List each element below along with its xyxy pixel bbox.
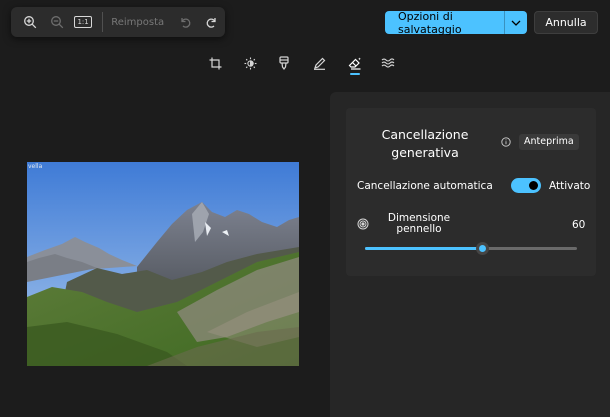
tab-crop[interactable] <box>205 53 225 73</box>
markup-icon <box>313 57 325 70</box>
erase-icon <box>348 57 361 70</box>
auto-erase-toggle[interactable] <box>511 178 541 193</box>
auto-erase-state: Attivato <box>549 180 591 192</box>
brush-size-label: Dimensione pennello <box>387 212 451 235</box>
brush-size-icon <box>357 218 369 230</box>
view-toolbar: 1:1 Reimposta <box>11 7 225 37</box>
photo-caption: vella <box>28 163 43 170</box>
crop-icon <box>209 57 221 69</box>
zoom-in-button[interactable] <box>17 8 43 36</box>
zoom-out-button[interactable] <box>43 8 69 36</box>
zoom-out-icon <box>50 16 63 29</box>
cancel-button[interactable]: Annulla <box>534 11 598 34</box>
tab-background[interactable] <box>378 53 398 73</box>
redo-icon <box>206 18 216 28</box>
redo-button[interactable] <box>199 8 225 36</box>
save-options-button[interactable]: Opzioni di salvataggio <box>385 9 527 36</box>
slider-thumb-dot <box>478 245 486 252</box>
background-icon <box>381 58 395 68</box>
slider-fill <box>365 247 482 250</box>
actual-size-icon: 1:1 <box>74 16 92 28</box>
actual-size-button[interactable]: 1:1 <box>70 8 96 36</box>
tab-erase[interactable] <box>345 53 365 73</box>
info-icon[interactable] <box>501 137 511 147</box>
panel-title: Cancellazione generativa <box>381 127 469 160</box>
brightness-icon <box>244 57 256 69</box>
mountain-photo <box>27 162 299 366</box>
undo-button[interactable] <box>172 8 198 36</box>
active-tab-indicator <box>350 73 360 75</box>
filter-icon <box>279 56 289 70</box>
slider-thumb[interactable] <box>475 242 489 255</box>
zoom-in-icon <box>24 16 37 29</box>
toolbar-divider <box>102 12 104 32</box>
save-options-label: Opzioni di salvataggio <box>398 9 462 36</box>
undo-icon <box>181 18 191 28</box>
chevron-down-icon <box>511 20 521 26</box>
save-options-dropdown[interactable] <box>505 20 527 26</box>
tab-adjust[interactable] <box>240 53 260 73</box>
brush-size-slider[interactable] <box>365 242 577 255</box>
photo-preview[interactable] <box>27 162 299 366</box>
tab-filter[interactable] <box>274 53 294 73</box>
tab-markup[interactable] <box>309 53 329 73</box>
reset-button[interactable]: Reimposta <box>111 17 164 28</box>
auto-erase-label: Cancellazione automatica <box>357 180 493 192</box>
preview-button[interactable]: Anteprima <box>519 134 579 150</box>
brush-size-value: 60 <box>572 219 586 231</box>
toggle-knob <box>529 181 538 190</box>
